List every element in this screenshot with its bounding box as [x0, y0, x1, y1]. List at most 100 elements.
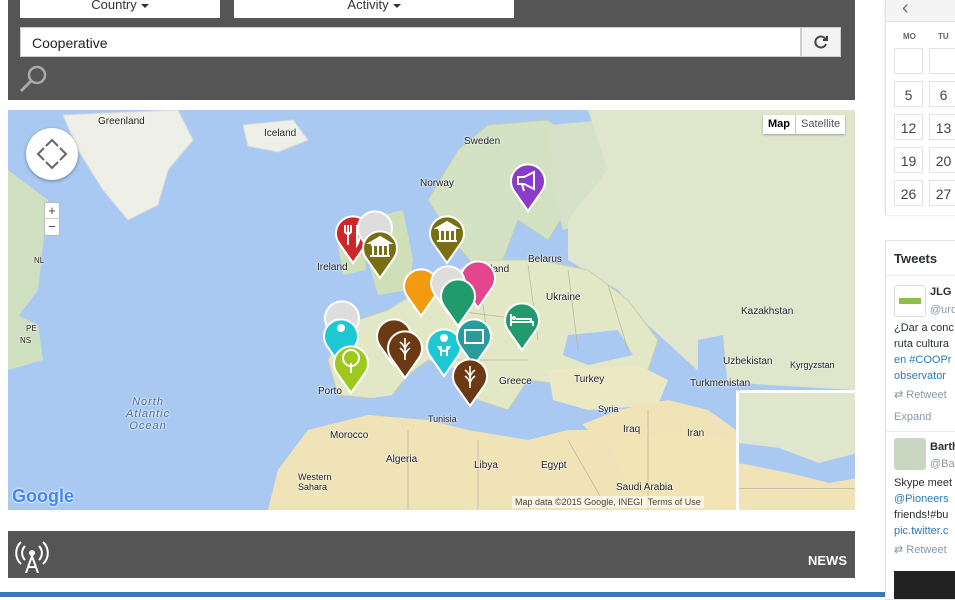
tweet-author-handle[interactable]: @Ba — [930, 457, 955, 471]
label-turkey: Turkey — [574, 374, 605, 385]
tweet-mention-link[interactable]: @Pioneers — [894, 492, 949, 506]
label-nl: NL — [34, 256, 45, 265]
overview-land — [739, 393, 855, 510]
tweet-author-name[interactable]: Barth — [930, 440, 955, 454]
megaphone-icon — [510, 163, 546, 213]
map-type-satellite-button[interactable]: Satellite — [796, 115, 845, 134]
calendar-day[interactable]: 19 — [894, 147, 923, 173]
tweet-hashtag-link[interactable]: en #COOPr — [894, 353, 951, 367]
label-iran: Iran — [687, 428, 705, 439]
map-canvas[interactable]: Greenland Iceland Sweden Norway Ireland … — [8, 110, 855, 510]
tweet-divider — [886, 431, 955, 432]
bed-icon — [504, 302, 540, 352]
activity-dropdown[interactable]: Activity — [234, 0, 514, 18]
expand-link[interactable]: Expand — [894, 410, 931, 424]
country-dropdown[interactable]: Country — [20, 0, 220, 18]
overview-map[interactable] — [736, 390, 855, 510]
retweet-button[interactable]: ⇄ Retweet — [894, 543, 947, 557]
weekday-mo: MO — [903, 32, 916, 41]
calendar-day[interactable]: 12 — [894, 114, 923, 140]
map-attribution-text: Map data ©2015 Google, INEGI — [515, 497, 643, 507]
label-iraq: Iraq — [623, 424, 641, 435]
tree-icon — [333, 345, 369, 395]
pan-control[interactable] — [26, 128, 78, 180]
tweet-author-name[interactable]: JLG — [930, 285, 951, 299]
retweet-label: Retweet — [906, 389, 947, 401]
retweet-label: Retweet — [906, 544, 947, 556]
label-turkmenistan: Turkmenistan — [690, 378, 751, 389]
label-belarus: Belarus — [528, 254, 562, 265]
pan-arrows-icon — [36, 138, 68, 170]
tweet-pic-link[interactable]: pic.twitter.c — [894, 524, 948, 538]
tweet-media-thumbnail[interactable] — [894, 571, 955, 599]
label-atlantic-ocean: North Atlantic Ocean — [126, 396, 171, 432]
museum-icon — [362, 230, 398, 280]
weekday-tu: TU — [938, 32, 949, 41]
label-egypt: Egypt — [541, 460, 567, 471]
map-pin-megaphone[interactable] — [508, 161, 548, 213]
map-pin-wheat-c[interactable] — [450, 356, 490, 408]
terms-of-use-link[interactable]: Terms of Use — [648, 497, 701, 507]
map-pin-museum-uk[interactable] — [360, 228, 400, 280]
map-attribution: Map data ©2015 Google, INEGI Terms of Us… — [512, 496, 704, 508]
tweet-link[interactable]: observator — [894, 369, 946, 383]
map-pin-wheat-b[interactable] — [385, 328, 425, 380]
retweet-icon: ⇄ — [894, 544, 907, 556]
tweet-text-line: friends!#bu — [894, 509, 949, 521]
keyword-input[interactable]: Cooperative — [20, 27, 801, 57]
avatar[interactable] — [894, 285, 926, 317]
wheat-icon — [452, 358, 488, 408]
tweet-text-line: Skype meet — [894, 477, 953, 489]
label-kyrgyzstan: Kyrgyzstan — [790, 360, 835, 370]
news-title: NEWS — [808, 553, 847, 568]
chevron-down-icon — [392, 3, 401, 8]
avatar[interactable] — [894, 438, 926, 470]
google-logo: Google — [12, 486, 74, 506]
label-tunisia: Tunisia — [428, 414, 457, 424]
calendar-day[interactable]: 20 — [929, 147, 955, 173]
chevron-down-icon — [140, 3, 149, 8]
tweets-title: Tweets — [894, 251, 938, 266]
label-pe: PE — [26, 324, 37, 333]
map-pin-tree[interactable] — [331, 343, 371, 395]
calendar-day[interactable] — [929, 48, 955, 74]
label-uzbekistan: Uzbekistan — [723, 356, 773, 367]
chevron-left-icon[interactable]: ‹ — [902, 0, 909, 20]
news-section: NEWS — [8, 531, 855, 578]
calendar-day[interactable]: 26 — [894, 180, 923, 206]
zoom-in-button[interactable]: + — [45, 203, 59, 219]
tweet-text-line: ¿Dar a conc — [894, 322, 954, 334]
retweet-button[interactable]: ⇄ Retweet — [894, 388, 947, 402]
search-icon[interactable] — [18, 63, 50, 95]
label-algeria: Algeria — [386, 454, 418, 465]
label-western-sahara: Western Sahara — [298, 472, 332, 492]
label-kazakhstan: Kazakhstan — [741, 306, 794, 317]
calendar-day[interactable]: 13 — [929, 114, 955, 140]
map-type-map-button[interactable]: Map — [763, 115, 796, 134]
map-type-control: Map Satellite — [763, 115, 846, 134]
calendar-day[interactable]: 27 — [929, 180, 955, 206]
label-iceland: Iceland — [264, 128, 297, 139]
refresh-icon — [814, 35, 828, 49]
calendar-day[interactable]: 5 — [894, 81, 923, 107]
tweet-text-line: ruta cultura — [894, 338, 950, 350]
label-greenland: Greenland — [98, 116, 145, 127]
label-ukraine: Ukraine — [546, 292, 581, 303]
refresh-button[interactable] — [801, 27, 841, 57]
avatar-logo-icon — [899, 298, 921, 304]
label-saudi-arabia: Saudi Arabia — [616, 482, 673, 493]
zoom-control: + − — [44, 202, 60, 236]
wheat-icon — [387, 330, 423, 380]
zoom-out-button[interactable]: − — [45, 219, 59, 235]
tweet-author-handle[interactable]: @uro — [930, 303, 955, 317]
calendar-day[interactable] — [894, 48, 923, 74]
footer-bar — [0, 592, 955, 597]
label-ns: NS — [20, 336, 32, 345]
map-pin-hotel[interactable] — [502, 300, 542, 352]
tweets-divider — [886, 275, 955, 276]
calendar-day[interactable]: 6 — [929, 81, 955, 107]
retweet-icon: ⇄ — [894, 389, 907, 401]
country-dropdown-label: Country — [91, 0, 137, 12]
calendar-widget: ‹ MO TU 5 6 12 13 19 20 26 27 — [885, 0, 955, 215]
label-syria: Syria — [598, 404, 619, 414]
